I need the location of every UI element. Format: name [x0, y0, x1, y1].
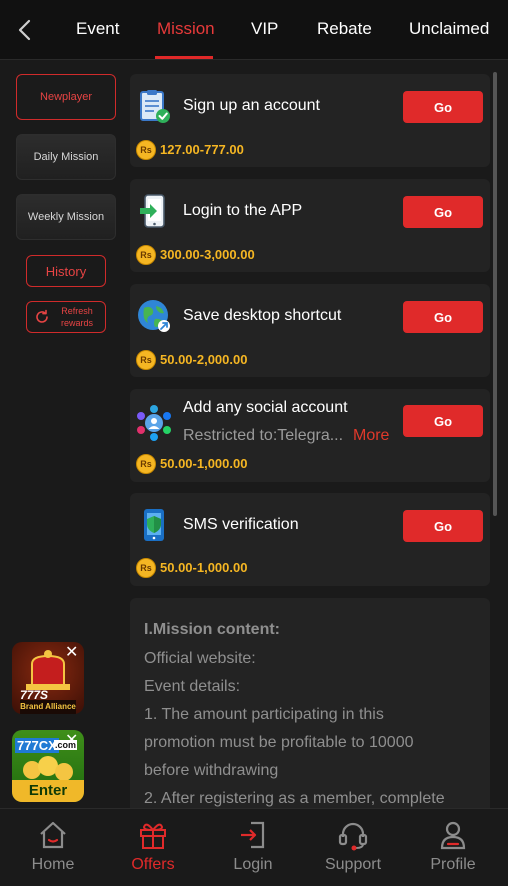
mission-title: Save desktop shortcut — [183, 307, 342, 324]
close-icon[interactable]: ✕ — [65, 642, 85, 662]
tab-vip[interactable]: VIP — [251, 19, 278, 39]
mission-card-sms-verification: SMS verification Go Rs 50.00-1,000.00 — [130, 493, 490, 586]
mission-card-desktop-shortcut: Save desktop shortcut Go Rs 50.00-2,000.… — [130, 284, 490, 377]
mission-card-social-account: Add any social account Restricted to:Tel… — [130, 389, 490, 482]
mission-title: Sign up an account — [183, 97, 320, 114]
sidebar-item-weekly-mission[interactable]: Weekly Mission — [16, 194, 116, 240]
top-tab-bar: Event Mission VIP Rebate Unclaimed — [0, 0, 508, 60]
sidebar-item-daily-mission[interactable]: Daily Mission — [16, 134, 116, 180]
phone-login-icon — [140, 194, 165, 228]
history-button[interactable]: History — [26, 255, 106, 287]
enter-button[interactable]: Enter — [12, 782, 84, 799]
rupee-coin-icon: Rs — [136, 140, 156, 160]
back-arrow-icon[interactable] — [14, 18, 36, 42]
tab-rebate[interactable]: Rebate — [317, 19, 372, 39]
bottom-navigation: Home Offers Login Support Profile — [0, 808, 508, 886]
active-tab-indicator — [155, 56, 213, 59]
promo-brand-text: 777S — [20, 688, 49, 702]
rupee-coin-icon: Rs — [136, 454, 156, 474]
rupee-coin-icon: Rs — [136, 350, 156, 370]
mission-card-signup: Sign up an account Go Rs 127.00-777.00 — [130, 74, 490, 167]
sidebar-item-newplayer[interactable]: Newplayer — [16, 74, 116, 120]
globe-shortcut-icon — [138, 300, 170, 332]
reward-amount: 50.00-1,000.00 — [160, 560, 248, 575]
go-button[interactable]: Go — [403, 510, 483, 542]
go-button[interactable]: Go — [403, 91, 483, 123]
mission-title: Add any social account — [183, 399, 348, 416]
refresh-icon — [36, 309, 48, 323]
content-line: before withdrawing — [144, 762, 279, 779]
refresh-rewards-button[interactable]: Refresh rewards — [26, 301, 106, 333]
reward-amount: 127.00-777.00 — [160, 142, 244, 157]
nav-label: Support — [324, 856, 382, 873]
content-line: Event details: — [144, 678, 241, 695]
mission-title: Login to the APP — [183, 202, 303, 219]
content-line: Official website: — [144, 650, 256, 667]
home-icon — [40, 821, 66, 849]
login-icon — [241, 821, 265, 849]
reward-amount: 50.00-2,000.00 — [160, 352, 248, 367]
reward-amount: 300.00-3,000.00 — [160, 247, 255, 262]
reward-amount: 50.00-1,000.00 — [160, 456, 248, 471]
scrollbar[interactable] — [493, 72, 497, 516]
go-button[interactable]: Go — [403, 405, 483, 437]
gift-icon — [140, 823, 166, 849]
content-line: 1. The amount participating in this — [144, 706, 384, 723]
tab-mission[interactable]: Mission — [157, 19, 215, 39]
social-network-icon — [137, 405, 171, 441]
mission-title: SMS verification — [183, 516, 299, 533]
nav-login[interactable]: Login — [203, 809, 303, 886]
promo-tag: Brand Alliance — [20, 702, 76, 711]
mission-content-heading: I.Mission content: — [144, 621, 280, 638]
rupee-coin-icon: Rs — [136, 245, 156, 265]
content-line: promotion must be profitable to 10000 — [144, 734, 414, 751]
tab-event[interactable]: Event — [76, 19, 119, 39]
go-button[interactable]: Go — [403, 196, 483, 228]
phone-shield-icon — [144, 509, 164, 541]
refresh-rewards-label: Refresh rewards — [60, 306, 93, 328]
nav-support[interactable]: Support — [303, 809, 403, 886]
more-link[interactable]: More — [353, 427, 389, 445]
mission-content-panel: I.Mission content: Official website: Eve… — [130, 598, 490, 818]
mission-card-login-app: Login to the APP Go Rs 300.00-3,000.00 — [130, 179, 490, 272]
mission-restriction-text: Restricted to:Telegra... — [183, 427, 344, 444]
nav-label: Home — [31, 856, 75, 873]
tab-unclaimed[interactable]: Unclaimed — [409, 19, 489, 39]
clipboard-check-icon — [140, 90, 170, 123]
nav-offers[interactable]: Offers — [103, 809, 203, 886]
nav-label: Login — [233, 856, 273, 873]
headset-icon — [338, 822, 368, 851]
nav-profile[interactable]: Profile — [403, 809, 503, 886]
user-icon — [440, 821, 466, 850]
go-button[interactable]: Go — [403, 301, 483, 333]
nav-label: Profile — [430, 856, 476, 873]
promo-brand-text: 777CX — [15, 738, 59, 753]
close-icon[interactable]: ✕ — [65, 730, 85, 750]
rupee-coin-icon: Rs — [136, 558, 156, 578]
nav-home[interactable]: Home — [3, 809, 103, 886]
nav-label: Offers — [131, 856, 175, 873]
